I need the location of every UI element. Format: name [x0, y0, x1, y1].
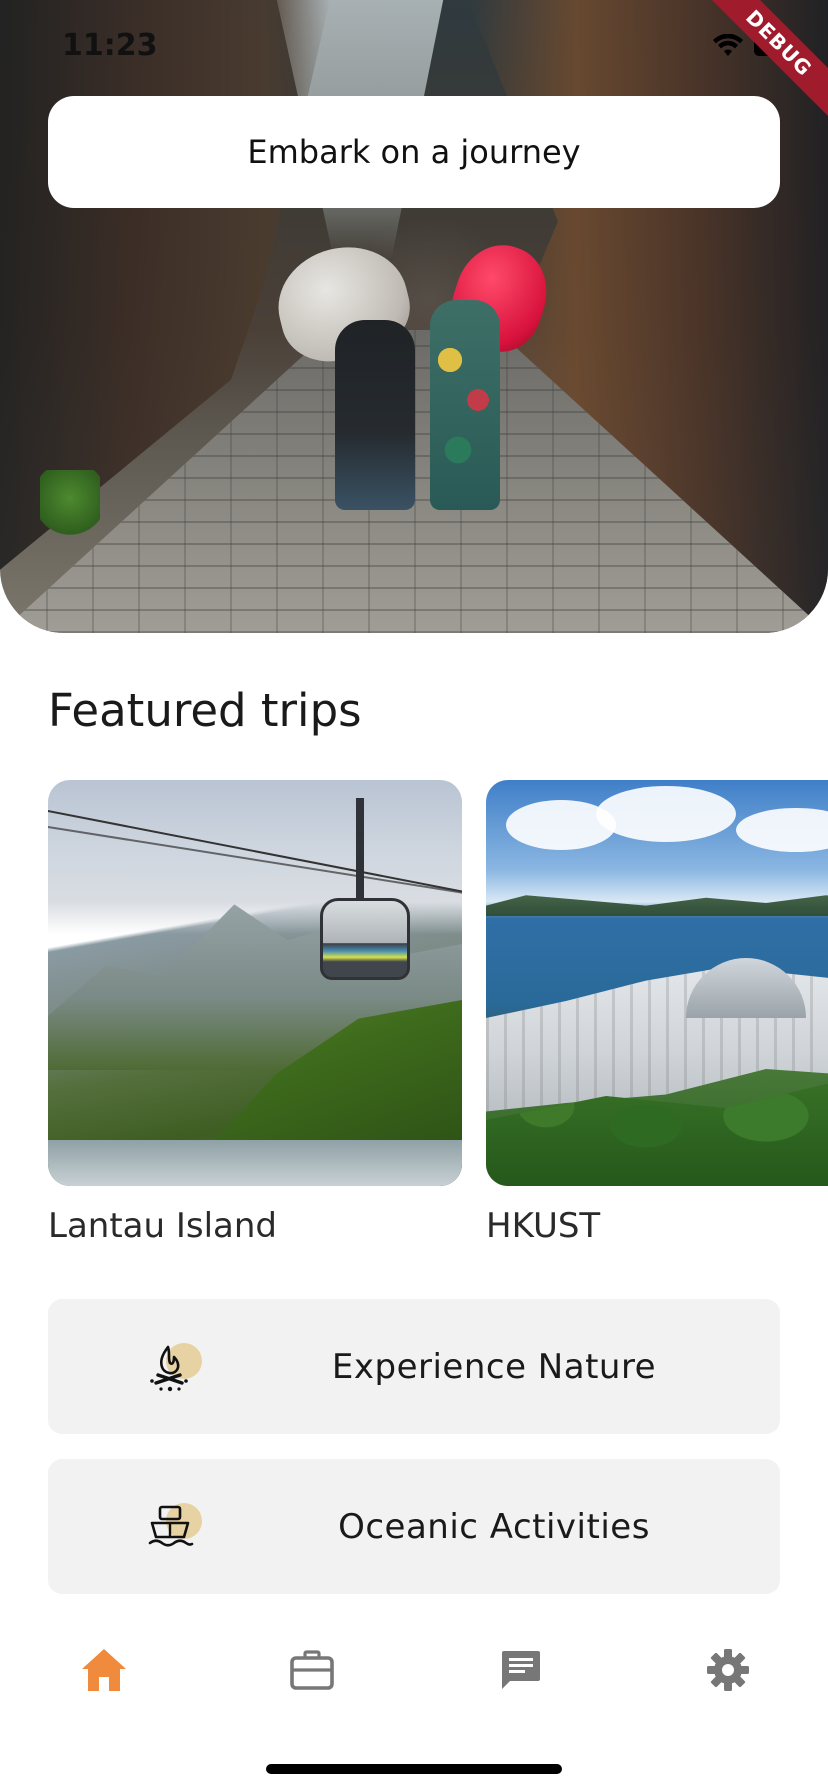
gear-icon [707, 1649, 749, 1691]
trip-image-lantau [48, 780, 462, 1186]
nav-trips[interactable] [286, 1644, 338, 1696]
category-label: Oceanic Activities [338, 1506, 650, 1547]
trip-card-hkust[interactable]: HKUST [486, 780, 828, 1246]
nav-messages[interactable] [494, 1644, 546, 1696]
app-screen: 11:23 DEBUG Embark on a journey Featured… [0, 0, 828, 1792]
home-icon [82, 1649, 126, 1691]
hero-title-card[interactable]: Embark on a journey [48, 96, 780, 208]
featured-trips-carousel[interactable]: Lantau Island HKUST [48, 780, 828, 1250]
nav-home[interactable] [78, 1644, 130, 1696]
status-time: 11:23 [62, 28, 158, 63]
trip-label: Lantau Island [48, 1206, 278, 1246]
trip-card-lantau[interactable]: Lantau Island [48, 780, 462, 1246]
briefcase-icon [290, 1650, 334, 1690]
hero-title: Embark on a journey [247, 133, 581, 171]
nav-settings[interactable] [702, 1644, 754, 1696]
chat-icon [502, 1651, 540, 1689]
bottom-navigation [0, 1620, 828, 1720]
ship-icon [144, 1497, 204, 1557]
category-label: Experience Nature [331, 1346, 657, 1387]
trip-label: HKUST [486, 1206, 601, 1246]
hero-image [0, 0, 828, 633]
trip-image-hkust [486, 780, 828, 1186]
featured-trips-heading: Featured trips [48, 684, 362, 737]
experience-nature-button[interactable]: Experience Nature [48, 1299, 780, 1434]
oceanic-activities-button[interactable]: Oceanic Activities [48, 1459, 780, 1594]
wifi-icon [713, 34, 743, 56]
campfire-icon [144, 1337, 204, 1397]
home-indicator [266, 1764, 562, 1774]
